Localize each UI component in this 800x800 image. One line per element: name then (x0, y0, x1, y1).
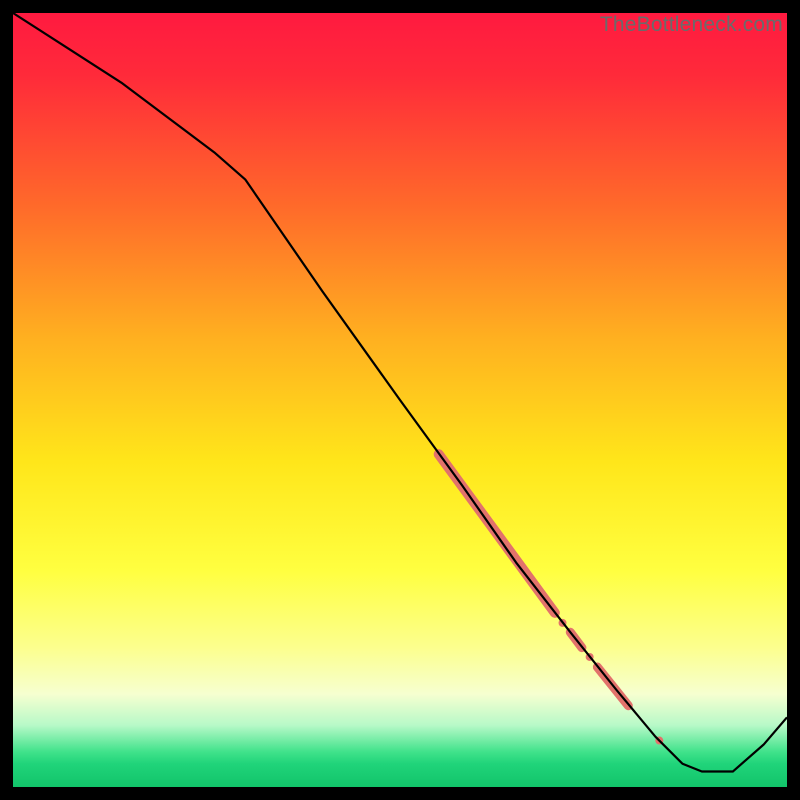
watermark-text: TheBottleneck.com (600, 13, 783, 37)
chart-svg (13, 13, 787, 787)
chart-frame: TheBottleneck.com (13, 13, 787, 787)
